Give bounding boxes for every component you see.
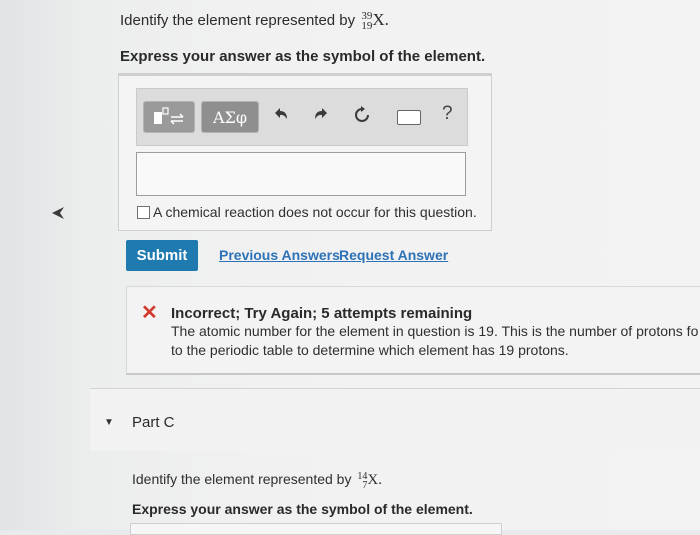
templates-button[interactable] [143, 101, 195, 133]
part-c-instruction: Express your answer as the symbol of the… [132, 501, 473, 517]
math-toolbar: ΑΣφ ? [136, 88, 468, 146]
question-suffix: . [384, 10, 389, 29]
answer-input[interactable] [136, 152, 466, 196]
help-button[interactable]: ? [442, 103, 453, 125]
undo-icon[interactable] [273, 106, 289, 127]
atomic-number: 19 [361, 20, 373, 33]
nuclide-notation: 39 19 X. [359, 10, 389, 33]
no-reaction-label: A chemical reaction does not occur for t… [153, 204, 477, 220]
feedback-hint-line-2: to the periodic table to determine which… [171, 342, 569, 358]
feedback-title: Incorrect; Try Again; 5 attempts remaini… [171, 305, 473, 322]
part-c-header[interactable] [90, 388, 700, 451]
previous-answers-link[interactable]: Previous Answers [219, 247, 340, 263]
no-reaction-checkbox[interactable] [137, 205, 150, 219]
reset-icon[interactable] [353, 106, 371, 129]
part-c-question-suffix: . [378, 472, 382, 488]
greek-symbols-button[interactable]: ΑΣφ [201, 101, 259, 133]
feedback-hint-line-1: The atomic number for the element in que… [171, 323, 699, 339]
submit-button[interactable]: Submit [126, 240, 198, 271]
part-c-atomic-number: 7 [362, 479, 368, 491]
part-c-question-text: Identify the element represented by 14 7… [132, 471, 382, 490]
part-c-question-prefix: Identify the element represented by [132, 471, 352, 487]
question-prefix: Identify the element represented by [120, 12, 356, 29]
templates-icon [154, 107, 184, 125]
keyboard-icon[interactable] [397, 110, 421, 125]
element-symbol: X [372, 10, 385, 29]
question-text: Identify the element represented by 39 1… [120, 10, 389, 33]
redo-icon[interactable] [313, 106, 329, 127]
incorrect-icon: ✕ [141, 302, 158, 324]
no-reaction-option[interactable]: A chemical reaction does not occur for t… [137, 204, 477, 220]
part-c-element-symbol: X [367, 472, 379, 488]
part-c-label[interactable]: Part C [132, 414, 175, 431]
cursor-icon [52, 207, 64, 219]
request-answer-link[interactable]: Request Answer [339, 247, 448, 263]
chevron-down-icon[interactable]: ▼ [104, 417, 114, 428]
part-c-nuclide-notation: 14 7 X. [355, 471, 382, 491]
question-instruction: Express your answer as the symbol of the… [120, 48, 486, 65]
part-c-answer-panel [130, 523, 502, 535]
